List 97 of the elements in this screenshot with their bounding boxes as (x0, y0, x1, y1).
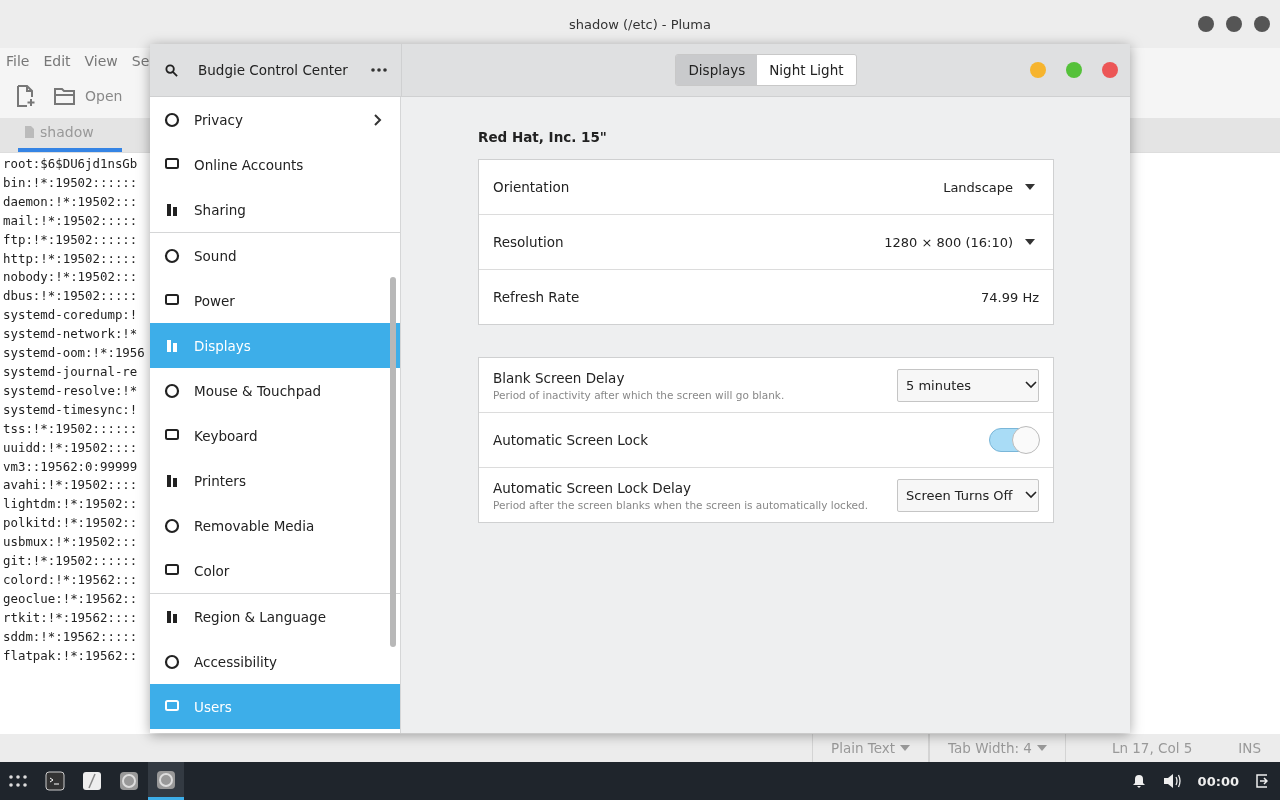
category-icon (164, 653, 180, 670)
sidebar-item[interactable]: Color (150, 548, 400, 593)
combo-box[interactable]: Screen Turns Off (897, 478, 1039, 512)
app-grid-icon[interactable] (8, 774, 28, 788)
maximize-button[interactable] (1226, 16, 1242, 32)
setting-label: Refresh Rate (493, 289, 581, 305)
code-line: sddm:!*:19562::::: (2, 627, 139, 646)
speaker-icon[interactable] (1162, 774, 1181, 788)
more-icon[interactable] (371, 68, 387, 72)
code-line: usbmux:!*:19502::: (2, 533, 139, 552)
sidebar-item[interactable]: Removable Media (150, 503, 400, 548)
chevron-icon (374, 113, 382, 126)
category-icon (164, 111, 180, 128)
document-icon (24, 126, 34, 138)
settings-icon[interactable] (156, 769, 176, 790)
code-line: geoclue:!*:19562:: (2, 589, 139, 608)
caret-icon (900, 745, 911, 751)
code-line: avahi:!*:19502:::: (2, 476, 139, 495)
sidebar-item[interactable]: Keyboard (150, 413, 400, 458)
scrollbar[interactable] (390, 277, 396, 647)
setting-label: Automatic Screen Lock Delay (493, 479, 693, 496)
code-line: daemon:!*:19502::: (2, 192, 139, 211)
view-tab[interactable]: Night Light (757, 55, 856, 85)
sidebar-item[interactable]: Sound (150, 233, 400, 278)
code-line: git:!*:19502:::::: (2, 552, 139, 571)
sidebar-item[interactable]: Privacy (150, 97, 400, 142)
code-line: vm3::19562:0:99999 (2, 457, 139, 476)
code-line: rtkit:!*:19562:::: (2, 608, 139, 627)
setting-label: Blank Screen Delay (493, 369, 626, 386)
dropdown[interactable]: 1280 × 800 (16:10) (884, 234, 1039, 250)
code-line: polkitd:!*:19502:: (2, 514, 139, 533)
text-editor-icon[interactable] (82, 771, 102, 791)
code-line: mail:!*:19502::::: (2, 211, 139, 230)
setting-description: Period after the screen blanks when the screen is automatically locked. (493, 498, 870, 511)
code-line: root:$6$DU6jd1nsGb (2, 155, 139, 173)
minimize-button[interactable] (1198, 16, 1214, 32)
code-line: nobody:!*:19502::: (2, 268, 139, 287)
code-line: lightdm:!*:19502:: (2, 495, 139, 514)
caret-icon (1025, 184, 1035, 190)
code-line: systemd-network:!* (2, 325, 139, 344)
dropdown[interactable]: Landscape (943, 179, 1039, 195)
logout-icon[interactable] (1256, 774, 1268, 788)
sidebar-item[interactable]: Mouse & Touchpad (150, 368, 400, 413)
menu-item[interactable]: Edit (43, 53, 71, 69)
code-line: flatpak:!*:19562:: (2, 646, 139, 665)
code-line: ftp:!*:19502:::::: (2, 230, 139, 249)
sidebar-item[interactable]: Online Accounts (150, 142, 400, 187)
settings-icon[interactable] (119, 771, 139, 791)
terminal-icon[interactable] (45, 771, 65, 791)
code-line: dbus:!*:19502::::: (2, 287, 139, 306)
window-title: Budgie Control Center (197, 62, 349, 78)
sidebar-item[interactable]: Sharing (150, 187, 400, 232)
view-tab[interactable]: Displays (676, 55, 758, 85)
search-icon[interactable] (165, 63, 178, 77)
close-button[interactable] (1102, 62, 1118, 78)
setting-label: Automatic Screen Lock (493, 432, 649, 448)
setting-value: 74.99 Hz (981, 289, 1039, 305)
setting-label: Orientation (493, 179, 571, 195)
code-line: tss:!*:19502:::::: (2, 419, 139, 438)
sidebar-item[interactable]: Power (150, 278, 400, 323)
window-title: shadow (/etc) - Pluma (569, 16, 711, 32)
code-line: systemd-resolve:!* (2, 381, 139, 400)
setting-description: Period of inactivity after which the screen will go blank. (493, 388, 786, 401)
category-icon (164, 472, 180, 489)
category-icon (164, 608, 180, 625)
insert-mode: INS (1237, 739, 1262, 758)
bell-icon[interactable] (1131, 774, 1146, 788)
close-button[interactable] (1254, 16, 1270, 32)
caret-icon (1025, 491, 1037, 499)
code-line: systemd-timesync:! (2, 400, 139, 419)
code-line: http:!*:19502::::: (2, 249, 139, 268)
menu-item[interactable]: Se (131, 53, 150, 69)
menu-item[interactable]: View (84, 53, 118, 69)
sidebar-item[interactable]: Region & Language (150, 594, 400, 639)
code-line: systemd-journal-re (2, 362, 139, 381)
code-line: colord:!*:19562::: (2, 570, 139, 589)
code-line: systemd-coredump:! (2, 306, 139, 325)
setting-label: Resolution (493, 234, 565, 250)
category-icon (164, 337, 180, 354)
toggle-switch[interactable] (989, 428, 1039, 452)
category-icon (164, 382, 180, 399)
sidebar-item[interactable]: Printers (150, 458, 400, 503)
combo-box[interactable]: 5 minutes (897, 368, 1039, 402)
clock: 00:00 (1197, 773, 1239, 789)
category-icon (164, 247, 180, 264)
cursor-position: Ln 17, Col 5 (1110, 739, 1194, 758)
caret-icon (1036, 745, 1047, 751)
caret-icon (1025, 239, 1035, 245)
caret-icon (1025, 381, 1037, 389)
sidebar-item[interactable]: Accessibility (150, 639, 400, 684)
code-line: bin:!*:19502:::::: (2, 173, 139, 192)
code-line: uuidd:!*:19502:::: (2, 438, 139, 457)
menu-item[interactable]: File (6, 53, 30, 69)
category-icon (164, 201, 180, 218)
category-icon (164, 517, 180, 534)
monitor-name: Red Hat, Inc. 15" (478, 129, 608, 145)
code-line: systemd-oom:!*:1956 (2, 344, 146, 363)
